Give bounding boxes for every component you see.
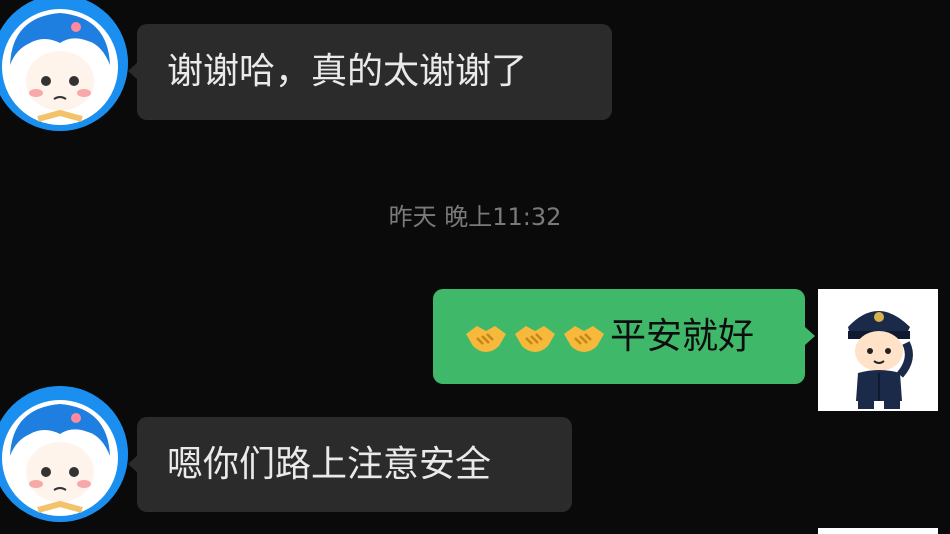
my-avatar[interactable] — [818, 528, 938, 534]
contact-avatar[interactable] — [0, 0, 128, 131]
message-bubble-incoming[interactable]: 谢谢哈，真的太谢谢了 — [137, 24, 612, 120]
message-text: 嗯你们路上注意安全 — [167, 443, 492, 485]
bubble-tail — [805, 327, 815, 345]
contact-avatar[interactable] — [0, 386, 128, 522]
handshake-emoji — [463, 314, 509, 360]
message-text: 谢谢哈，真的太谢谢了 — [167, 51, 528, 92]
handshake-emoji — [512, 314, 558, 360]
handshake-emoji — [561, 314, 607, 360]
my-avatar[interactable] — [818, 289, 938, 411]
message-timestamp: 昨天 晚上11:32 — [388, 203, 562, 231]
cartoon-girl-avatar-icon — [0, 0, 128, 131]
message-bubble-outgoing[interactable]: 平安就好 — [433, 289, 805, 384]
message-text: 平安就好 — [610, 315, 755, 357]
cartoon-girl-avatar-icon — [0, 386, 128, 522]
message-bubble-incoming[interactable]: 嗯你们路上注意安全 — [137, 417, 572, 512]
police-officer-avatar-icon — [818, 289, 938, 411]
